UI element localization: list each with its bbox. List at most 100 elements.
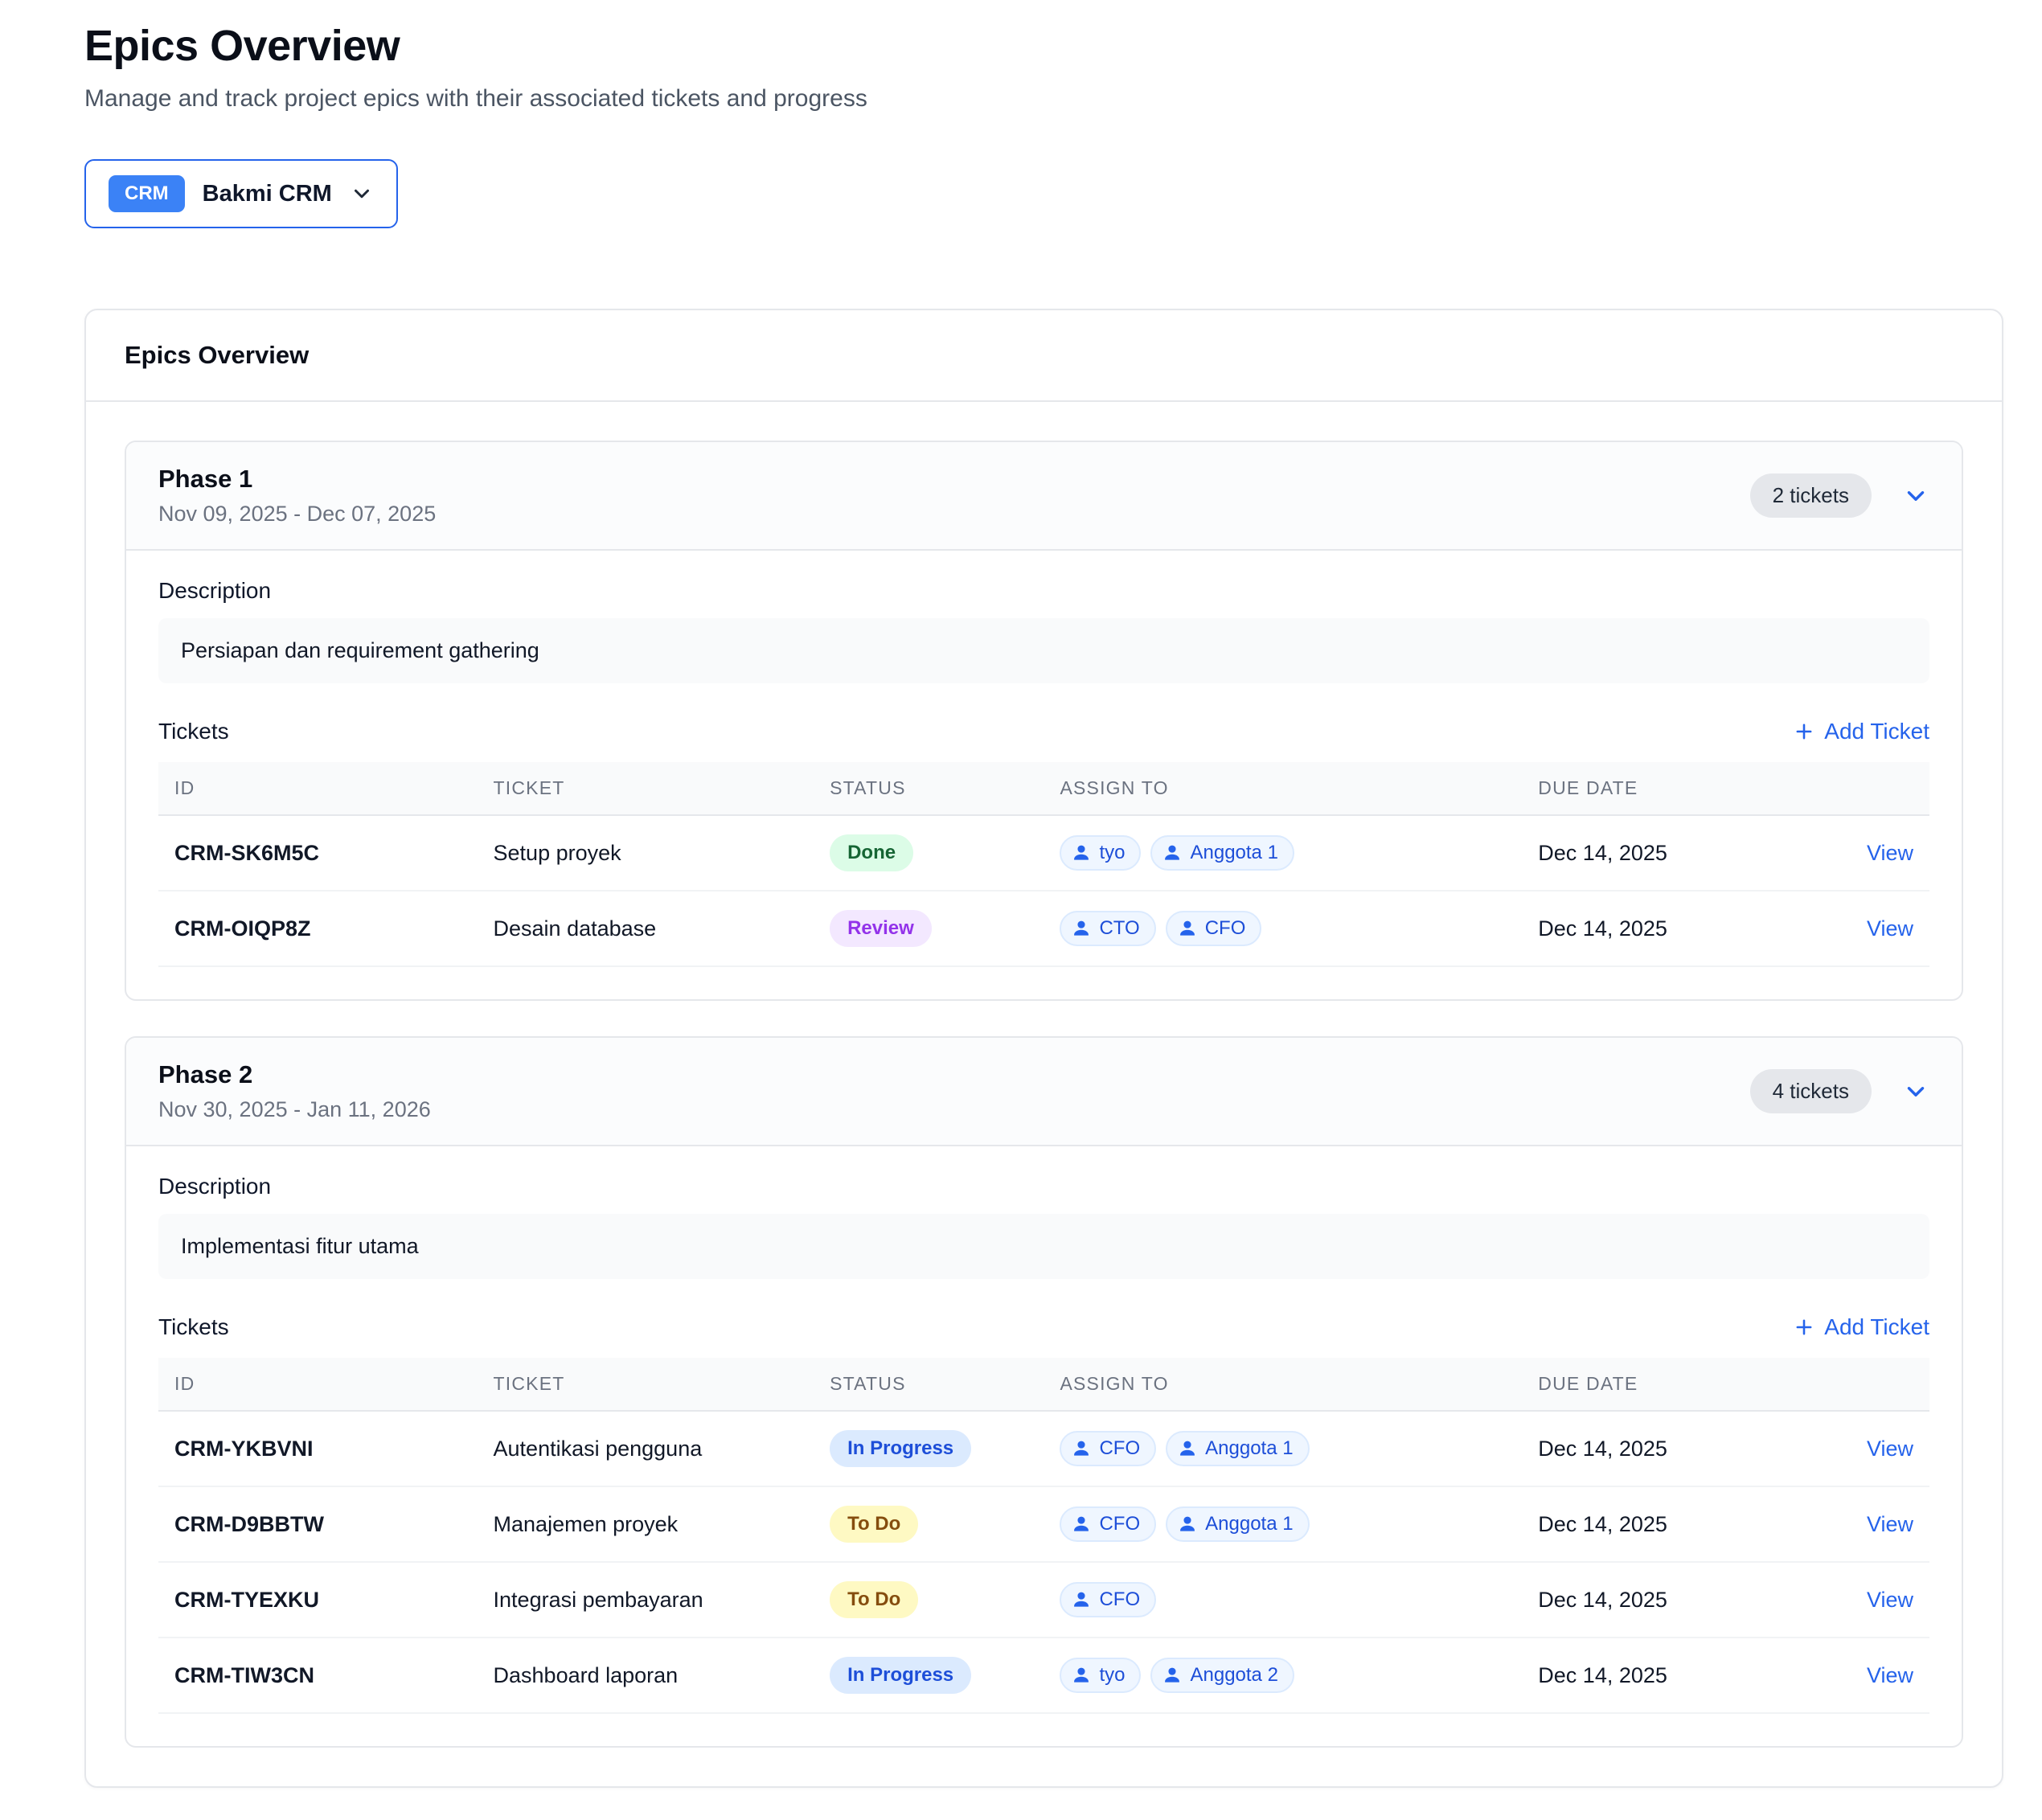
assignee-chip: Anggota 1 <box>1150 835 1294 871</box>
project-selector[interactable]: CRM Bakmi CRM <box>84 159 398 228</box>
view-link[interactable]: View <box>1867 1512 1913 1536</box>
chevron-down-icon[interactable] <box>1902 482 1929 510</box>
due-date: Dec 14, 2025 <box>1522 1562 1787 1638</box>
user-icon <box>1162 842 1183 863</box>
assignee-chip: tyo <box>1060 835 1141 871</box>
assignee-chip: tyo <box>1060 1658 1141 1693</box>
plus-icon <box>1793 1316 1815 1338</box>
assignee-name: tyo <box>1099 1664 1125 1687</box>
ticket-count-badge: 4 tickets <box>1750 1069 1872 1113</box>
tickets-label: Tickets <box>158 1314 229 1340</box>
due-date: Dec 14, 2025 <box>1522 1411 1787 1486</box>
view-link[interactable]: View <box>1867 916 1913 941</box>
assignee-chip: Anggota 2 <box>1150 1658 1294 1693</box>
assignee-list: tyo Anggota 2 <box>1060 1658 1506 1693</box>
description-label: Description <box>158 1174 1929 1199</box>
status-badge: Done <box>830 834 913 871</box>
user-icon <box>1177 918 1198 939</box>
user-icon <box>1071 1665 1092 1686</box>
ticket-assign-cell: tyo Anggota 2 <box>1044 1638 1522 1713</box>
assignee-list: CFO Anggota 1 <box>1060 1506 1506 1542</box>
column-header-ticket: TICKET <box>478 1358 814 1411</box>
due-date: Dec 14, 2025 <box>1522 1638 1787 1713</box>
tickets-tbody: CRM-YKBVNI Autentikasi pengguna In Progr… <box>158 1411 1929 1713</box>
view-link[interactable]: View <box>1867 1437 1913 1461</box>
table-row: CRM-TIW3CN Dashboard laporan In Progress… <box>158 1638 1929 1713</box>
chevron-down-icon <box>350 182 374 206</box>
assignee-name: Anggota 2 <box>1190 1664 1277 1687</box>
status-badge: In Progress <box>830 1430 971 1467</box>
view-link[interactable]: View <box>1867 841 1913 865</box>
ticket-id: CRM-TIW3CN <box>158 1638 478 1713</box>
assignee-name: CFO <box>1099 1513 1140 1535</box>
phase-heading: Phase 2 Nov 30, 2025 - Jan 11, 2026 <box>158 1060 431 1122</box>
ticket-status-cell: Review <box>814 891 1044 966</box>
add-ticket-label: Add Ticket <box>1824 719 1929 744</box>
status-badge: To Do <box>830 1506 918 1543</box>
assignee-chip: CFO <box>1060 1431 1156 1466</box>
ticket-actions-cell: View <box>1788 1562 1929 1638</box>
ticket-count-badge: 2 tickets <box>1750 473 1872 518</box>
column-header-id: ID <box>158 762 478 815</box>
phase-title: Phase 1 <box>158 465 436 494</box>
ticket-id: CRM-D9BBTW <box>158 1486 478 1562</box>
ticket-assign-cell: CFO Anggota 1 <box>1044 1411 1522 1486</box>
table-row: CRM-OIQP8Z Desain database Review CTO CF… <box>158 891 1929 966</box>
ticket-actions-cell: View <box>1788 815 1929 891</box>
ticket-actions-cell: View <box>1788 1486 1929 1562</box>
user-icon <box>1177 1514 1198 1535</box>
assignee-name: Anggota 1 <box>1190 842 1277 864</box>
phase-body: Description Persiapan dan requirement ga… <box>126 551 1962 999</box>
phase-title: Phase 2 <box>158 1060 431 1089</box>
column-header-actions <box>1788 762 1929 815</box>
ticket-status-cell: In Progress <box>814 1411 1044 1486</box>
column-header-status: STATUS <box>814 1358 1044 1411</box>
epics-overview-card: Epics Overview Phase 1 Nov 09, 2025 - De… <box>84 309 2003 1788</box>
ticket-actions-cell: View <box>1788 1638 1929 1713</box>
due-date: Dec 14, 2025 <box>1522 1486 1787 1562</box>
ticket-title: Setup proyek <box>478 815 814 891</box>
add-ticket-button[interactable]: Add Ticket <box>1793 1314 1929 1340</box>
ticket-status-cell: Done <box>814 815 1044 891</box>
ticket-assign-cell: CTO CFO <box>1044 891 1522 966</box>
phase-header-right: 4 tickets <box>1750 1069 1929 1113</box>
phase-header[interactable]: Phase 2 Nov 30, 2025 - Jan 11, 2026 4 ti… <box>126 1038 1962 1146</box>
page-title: Epics Overview <box>84 21 2003 71</box>
table-row: CRM-D9BBTW Manajemen proyek To Do CFO An… <box>158 1486 1929 1562</box>
assignee-name: Anggota 1 <box>1205 1437 1293 1460</box>
tickets-table: ID TICKET STATUS ASSIGN TO DUE DATE CRM-… <box>158 1358 1929 1714</box>
tickets-tbody: CRM-SK6M5C Setup proyek Done tyo Anggota… <box>158 815 1929 966</box>
assignee-chip: CFO <box>1166 911 1262 946</box>
table-header-row: ID TICKET STATUS ASSIGN TO DUE DATE <box>158 1358 1929 1411</box>
due-date: Dec 14, 2025 <box>1522 891 1787 966</box>
assignee-name: CFO <box>1205 917 1246 940</box>
chevron-down-icon[interactable] <box>1902 1078 1929 1105</box>
project-name: Bakmi CRM <box>203 181 332 207</box>
table-header-row: ID TICKET STATUS ASSIGN TO DUE DATE <box>158 762 1929 815</box>
tickets-label: Tickets <box>158 719 229 744</box>
column-header-id: ID <box>158 1358 478 1411</box>
assignee-name: CFO <box>1099 1437 1140 1460</box>
tickets-header: Tickets Add Ticket <box>158 719 1929 744</box>
phase-header[interactable]: Phase 1 Nov 09, 2025 - Dec 07, 2025 2 ti… <box>126 442 1962 551</box>
tickets-table: ID TICKET STATUS ASSIGN TO DUE DATE CRM-… <box>158 762 1929 967</box>
page-subtitle: Manage and track project epics with thei… <box>84 85 2003 113</box>
assignee-name: Anggota 1 <box>1205 1513 1293 1535</box>
assignee-chip: CFO <box>1060 1582 1156 1617</box>
view-link[interactable]: View <box>1867 1588 1913 1612</box>
phase-date-range: Nov 09, 2025 - Dec 07, 2025 <box>158 502 436 527</box>
ticket-status-cell: To Do <box>814 1562 1044 1638</box>
column-header-assign-to: ASSIGN TO <box>1044 762 1522 815</box>
add-ticket-button[interactable]: Add Ticket <box>1793 719 1929 744</box>
tickets-header: Tickets Add Ticket <box>158 1314 1929 1340</box>
user-icon <box>1071 918 1092 939</box>
due-date: Dec 14, 2025 <box>1522 815 1787 891</box>
column-header-due-date: DUE DATE <box>1522 1358 1787 1411</box>
column-header-status: STATUS <box>814 762 1044 815</box>
assignee-name: CTO <box>1099 917 1139 940</box>
ticket-assign-cell: CFO <box>1044 1562 1522 1638</box>
view-link[interactable]: View <box>1867 1663 1913 1687</box>
table-row: CRM-YKBVNI Autentikasi pengguna In Progr… <box>158 1411 1929 1486</box>
ticket-title: Integrasi pembayaran <box>478 1562 814 1638</box>
ticket-id: CRM-OIQP8Z <box>158 891 478 966</box>
